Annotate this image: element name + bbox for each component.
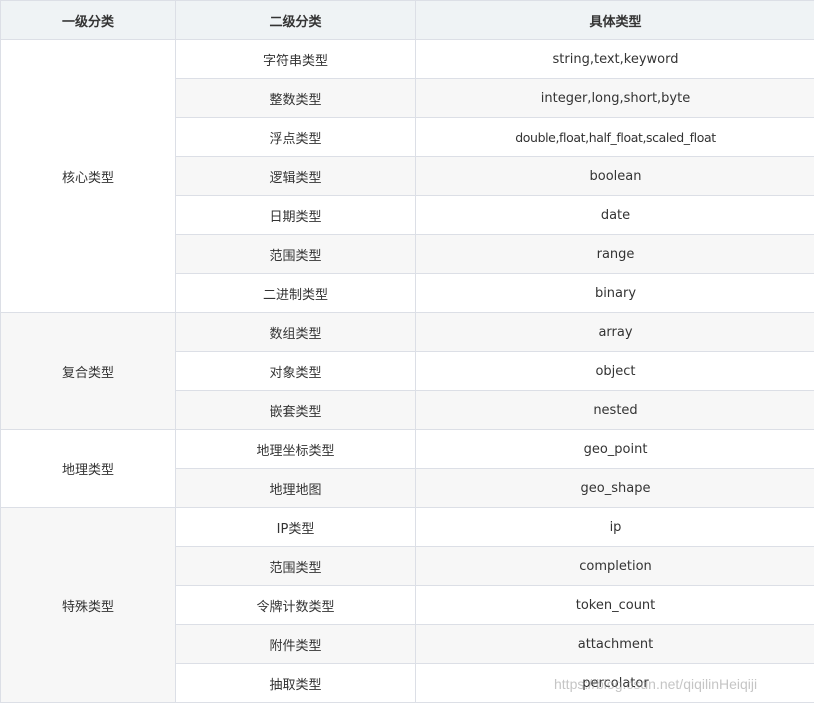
header-primary-category: 一级分类 <box>0 0 176 40</box>
secondary-category-cell: 字符串类型 <box>175 39 416 79</box>
specific-type-cell: token_count <box>415 585 814 625</box>
secondary-category-cell: 地理坐标类型 <box>175 429 416 469</box>
secondary-category-cell: 日期类型 <box>175 195 416 235</box>
secondary-category-cell: 令牌计数类型 <box>175 585 416 625</box>
secondary-category-cell: IP类型 <box>175 507 416 547</box>
specific-type-cell: geo_shape <box>415 468 814 508</box>
secondary-category-cell: 地理地图 <box>175 468 416 508</box>
specific-type-cell: boolean <box>415 156 814 196</box>
table-body: 核心类型 字符串类型 string,text,keyword 整数类型 integer,… <box>0 39 814 703</box>
table-row: 复合类型 数组类型 array <box>0 312 814 430</box>
specific-type-cell: binary <box>415 273 814 313</box>
table-row: 特殊类型 IP类型 ip <box>0 507 814 703</box>
primary-category-cell: 复合类型 <box>0 312 176 430</box>
specific-type-cell: completion <box>415 546 814 586</box>
secondary-category-cell: 抽取类型 <box>175 663 416 703</box>
secondary-category-cell: 对象类型 <box>175 351 416 391</box>
primary-category-cell: 核心类型 <box>0 39 176 313</box>
secondary-category-cell: 范围类型 <box>175 234 416 274</box>
table-row: 地理类型 地理坐标类型 geo_point <box>0 429 814 508</box>
specific-type-cell: percolator <box>415 663 814 703</box>
secondary-category-cell: 数组类型 <box>175 312 416 352</box>
secondary-category-cell: 范围类型 <box>175 546 416 586</box>
header-row: 一级分类 二级分类 具体类型 <box>0 0 814 40</box>
specific-type-cell: range <box>415 234 814 274</box>
header-specific-type: 具体类型 <box>415 0 814 40</box>
specific-type-cell: string,text,keyword <box>415 39 814 79</box>
secondary-category-cell: 二进制类型 <box>175 273 416 313</box>
specific-type-cell: attachment <box>415 624 814 664</box>
secondary-category-cell: 嵌套类型 <box>175 390 416 430</box>
specific-type-cell: ip <box>415 507 814 547</box>
secondary-category-cell: 浮点类型 <box>175 117 416 157</box>
specific-type-cell: geo_point <box>415 429 814 469</box>
specific-type-cell: double,float,half_float,scaled_float <box>415 117 814 157</box>
secondary-category-cell: 整数类型 <box>175 78 416 118</box>
secondary-category-cell: 逻辑类型 <box>175 156 416 196</box>
specific-type-cell: nested <box>415 390 814 430</box>
specific-type-cell: integer,long,short,byte <box>415 78 814 118</box>
secondary-category-cell: 附件类型 <box>175 624 416 664</box>
specific-type-cell: array <box>415 312 814 352</box>
table-row: 核心类型 字符串类型 string,text,keyword <box>0 39 814 313</box>
specific-type-cell: object <box>415 351 814 391</box>
primary-category-cell: 地理类型 <box>0 429 176 508</box>
header-secondary-category: 二级分类 <box>175 0 416 40</box>
data-types-table: 一级分类 二级分类 具体类型 核心类型 字符串类型 string,text,keyw… <box>0 0 814 703</box>
primary-category-cell: 特殊类型 <box>0 507 176 703</box>
specific-type-cell: date <box>415 195 814 235</box>
